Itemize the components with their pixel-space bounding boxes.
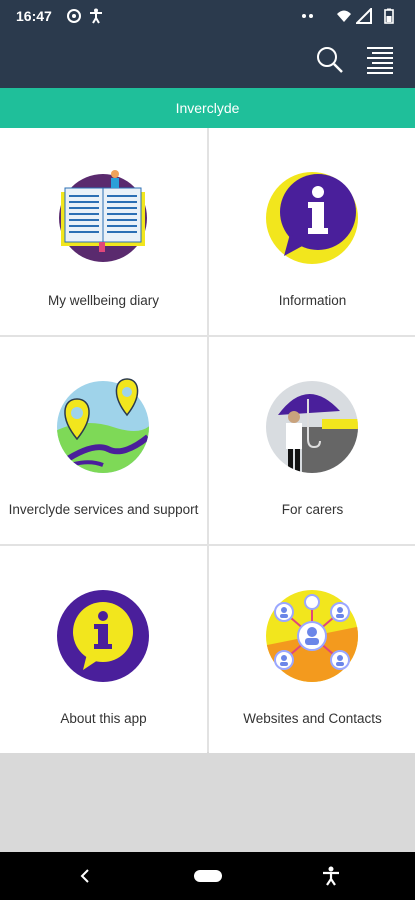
menu-icon: [367, 47, 393, 74]
tile-websites-contacts[interactable]: Websites and Contacts: [209, 546, 415, 753]
menu-button[interactable]: [364, 44, 396, 76]
diary-icon: [59, 170, 147, 262]
map-pins-icon: [57, 378, 149, 473]
tile-label: Websites and Contacts: [243, 711, 382, 726]
tile-label: About this app: [60, 711, 147, 726]
umbrella-carer-icon: [266, 381, 358, 473]
at-sign-icon: [66, 8, 82, 29]
battery-icon: [384, 8, 394, 29]
status-bar: 16:47: [0, 0, 415, 32]
dots-icon: [300, 8, 316, 29]
system-nav-bar: [0, 852, 415, 900]
tile-services-support[interactable]: Inverclyde services and support: [0, 337, 207, 544]
about-info-icon: [57, 590, 149, 682]
info-chat-icon: [266, 172, 358, 264]
signal-icon: [354, 6, 372, 29]
contacts-network-icon: [266, 590, 358, 682]
tile-label: For carers: [281, 502, 344, 517]
tile-for-carers[interactable]: For carers: [209, 337, 415, 544]
tile-label: My wellbeing diary: [47, 293, 160, 308]
app-bar: [0, 32, 415, 88]
location-banner: Inverclyde: [0, 88, 415, 128]
home-pill-icon[interactable]: [194, 870, 222, 882]
search-button[interactable]: [314, 44, 346, 76]
tile-label: Information: [278, 293, 347, 308]
home-grid: My wellbeing diary Information Inverclyd…: [0, 128, 415, 753]
tile-wellbeing-diary[interactable]: My wellbeing diary: [0, 128, 207, 335]
back-icon[interactable]: [78, 868, 92, 884]
status-time: 16:47: [16, 8, 52, 24]
accessibility-icon[interactable]: [322, 866, 340, 886]
accessibility-icon: [88, 8, 104, 29]
wifi-icon: [336, 8, 352, 29]
tile-information[interactable]: Information: [209, 128, 415, 335]
search-icon: [317, 47, 343, 73]
tile-about-app[interactable]: About this app: [0, 546, 207, 753]
tile-label: Inverclyde services and support: [8, 502, 199, 517]
